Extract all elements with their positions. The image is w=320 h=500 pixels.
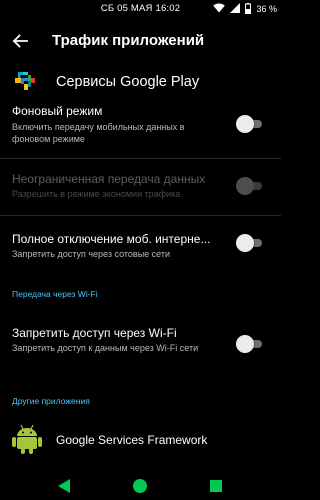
nav-recents-icon[interactable] <box>210 480 222 492</box>
divider <box>0 158 281 159</box>
pref-summary: Запретить доступ через сотовые сети <box>12 249 171 259</box>
list-item-other-app[interactable]: Google Services Framework <box>0 420 281 460</box>
status-bar: СБ 05 МАЯ 16:02 36 % <box>0 0 281 18</box>
signal-icon <box>230 3 241 15</box>
pref-disable-mobile-data[interactable]: Полное отключение моб. интерне... Запрет… <box>0 224 281 268</box>
page-title: Трафик приложений <box>52 32 205 49</box>
status-icons: 36 % <box>213 2 277 16</box>
switch-thumb <box>236 115 254 133</box>
pref-title: Запретить доступ через Wi-Fi <box>12 326 177 340</box>
pref-title: Фоновый режим <box>12 104 103 118</box>
google-play-services-icon <box>12 68 38 94</box>
switch-thumb <box>236 335 254 353</box>
block-wifi-switch[interactable] <box>236 335 262 353</box>
section-header-other-apps: Другие приложения <box>12 396 90 406</box>
pref-background-data[interactable]: Фоновый режим Включить передачу мобильны… <box>0 100 281 150</box>
switch-thumb <box>236 234 254 252</box>
battery-icon <box>245 2 252 16</box>
pref-unrestricted-data: Неограниченная передача данных Разрешить… <box>0 166 281 206</box>
switch-thumb <box>236 177 254 195</box>
nav-home-icon[interactable] <box>133 479 147 493</box>
app-name: Сервисы Google Play <box>56 74 200 90</box>
app-header: Сервисы Google Play <box>0 64 281 100</box>
divider <box>0 215 281 216</box>
pref-summary: Запретить доступ к данным через Wi-Fi се… <box>12 343 199 353</box>
app-bar: Трафик приложений <box>0 18 281 64</box>
pref-block-wifi[interactable]: Запретить доступ через Wi-Fi Запретить д… <box>0 318 281 370</box>
unrestricted-data-switch <box>236 177 262 195</box>
other-app-name: Google Services Framework <box>56 433 208 447</box>
android-icon <box>12 423 42 455</box>
disable-mobile-data-switch[interactable] <box>236 234 262 252</box>
arrow-back-icon[interactable] <box>9 30 31 52</box>
pref-title: Неограниченная передача данных <box>12 172 206 186</box>
pref-title: Полное отключение моб. интерне... <box>12 232 211 246</box>
wifi-icon <box>213 3 226 15</box>
section-header-wifi: Передача через Wi-Fi <box>12 289 98 299</box>
pref-summary: Разрешить в режиме экономии трафика <box>12 189 181 199</box>
background-data-switch[interactable] <box>236 115 262 133</box>
nav-back-icon[interactable] <box>57 478 71 494</box>
battery-percent: 36 % <box>256 4 277 14</box>
navigation-bar <box>0 472 281 500</box>
pref-summary: Включить передачу мобильных данных в фон… <box>12 122 185 144</box>
